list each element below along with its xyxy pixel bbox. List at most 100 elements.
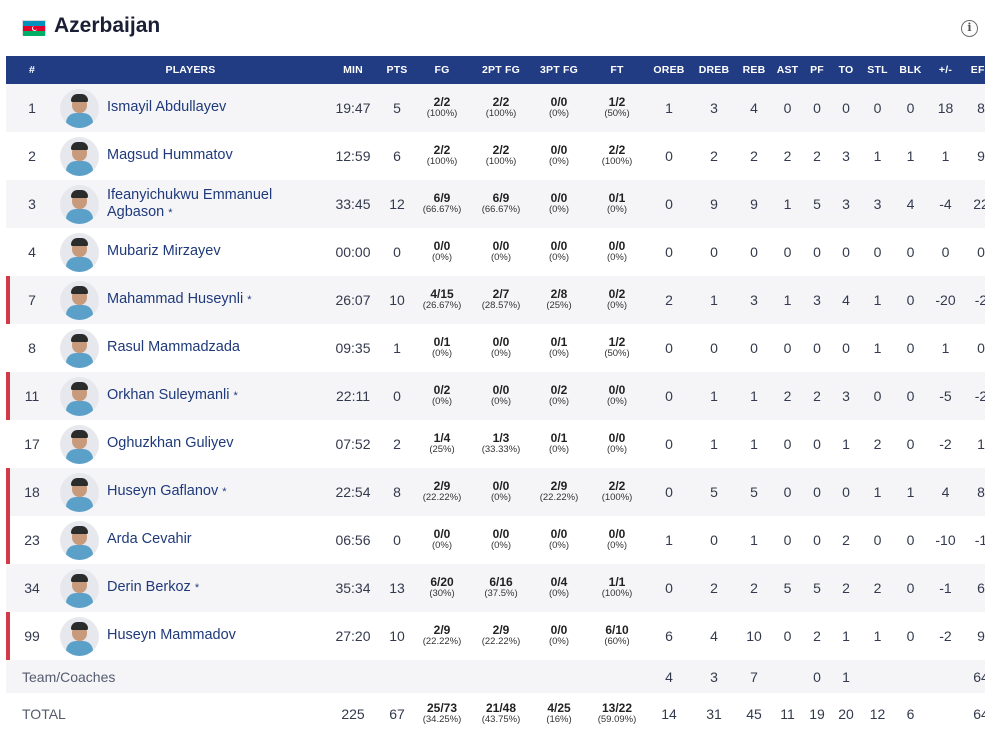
column-header[interactable]: MIN xyxy=(323,56,383,84)
points: 13 xyxy=(389,580,405,596)
player-name-link[interactable]: Huseyn Mammadov xyxy=(107,627,236,645)
table-row[interactable]: 99 Huseyn Mammadov 27:20 10 2/9 (22.22%) 2/9(… xyxy=(6,612,985,660)
player-name-link[interactable]: Mahammad Huseynli * xyxy=(107,291,252,309)
player-cell[interactable]: Arda Cevahir xyxy=(58,516,323,564)
fg2-made-attempted: 6/16 xyxy=(489,575,513,589)
player-name[interactable]: Ifeanyichukwu Emmanuel Agbason xyxy=(107,187,272,220)
stat-ast: 0 xyxy=(783,100,792,116)
table-row[interactable]: 17 Oghuzkhan Guliyev 07:52 2 1/4 (25%) 1/3 (33… xyxy=(6,420,985,468)
player-name[interactable]: Rasul Mammadzada xyxy=(107,339,240,355)
player-cell[interactable]: Mubariz Mirzayev xyxy=(58,228,323,276)
table-row[interactable]: 1 Ismayil Abdullayev 19:47 5 2/2 (100%) 2/2 (1… xyxy=(6,84,985,132)
stat-oreb: 6 xyxy=(665,628,673,644)
player-name[interactable]: Orkhan Suleymanli xyxy=(107,387,230,403)
column-header[interactable]: PTS xyxy=(383,56,411,84)
player-name-link[interactable]: Oghuzkhan Guliyev xyxy=(107,435,234,453)
table-row[interactable]: 7 Mahammad Huseynli * 26:07 10 4/15 (26.67%) 2… xyxy=(6,276,985,324)
column-header[interactable]: REB xyxy=(735,56,773,84)
column-header[interactable]: +/- xyxy=(926,56,965,84)
player-cell[interactable]: Huseyn Gaflanov * xyxy=(58,468,323,516)
fg3-made-attempted: 0/0 xyxy=(550,623,568,637)
player-name[interactable]: Mubariz Mirzayev xyxy=(107,243,221,259)
table-row[interactable]: 4 Mubariz Mirzayev 00:00 0 0/0 (0%) 0/0 (0%) 0/… xyxy=(6,228,985,276)
ft-made-attempted: 13/22 xyxy=(601,701,633,715)
player-name[interactable]: Arda Cevahir xyxy=(107,531,192,547)
fg2-percentage: (43.75%) xyxy=(481,714,521,725)
stat-pf: 0 xyxy=(813,668,821,685)
stat-oreb: 2 xyxy=(665,292,673,308)
column-header[interactable]: AST xyxy=(773,56,802,84)
column-header[interactable]: DREB xyxy=(693,56,735,84)
player-name[interactable]: Derin Berkoz xyxy=(107,579,191,595)
player-cell[interactable]: Orkhan Suleymanli * xyxy=(58,372,323,420)
column-header[interactable]: # xyxy=(6,56,58,84)
stat-blk: 1 xyxy=(906,148,915,164)
player-name[interactable]: Huseyn Mammadov xyxy=(107,627,236,643)
column-header[interactable]: PF xyxy=(802,56,832,84)
column-header[interactable]: FT xyxy=(589,56,645,84)
stat-dreb: 1 xyxy=(710,436,718,452)
player-cell[interactable]: Mahammad Huseynli * xyxy=(58,276,323,324)
stat-oreb: 0 xyxy=(665,388,673,404)
player-name-link[interactable]: Mubariz Mirzayev xyxy=(107,243,221,261)
stat-ast: 0 xyxy=(783,628,792,644)
stat-stl: 2 xyxy=(873,436,882,452)
player-name[interactable]: Ismayil Abdullayev xyxy=(107,99,226,115)
fg2-percentage: (0%) xyxy=(490,396,512,407)
table-row[interactable]: 18 Huseyn Gaflanov * 22:54 8 2/9 (22.22%) 0/0(… xyxy=(6,468,985,516)
player-name[interactable]: Mahammad Huseynli xyxy=(107,291,243,307)
player-name-link[interactable]: Derin Berkoz * xyxy=(107,579,199,597)
player-name-link[interactable]: Orkhan Suleymanli * xyxy=(107,387,238,405)
player-cell[interactable]: Rasul Mammadzada xyxy=(58,324,323,372)
stat-pm: 4 xyxy=(941,484,950,500)
column-header[interactable]: FG xyxy=(411,56,473,84)
player-cell[interactable]: Magsud Hummatov xyxy=(58,132,323,180)
player-cell[interactable]: Ifeanyichukwu Emmanuel Agbason * xyxy=(58,180,323,228)
fg2: 2/9 (22.22%) xyxy=(473,612,529,660)
stat-dreb: 5 xyxy=(710,484,718,500)
player-name-link[interactable]: Ismayil Abdullayev xyxy=(107,99,226,117)
column-header[interactable]: TO xyxy=(832,56,860,84)
fg2-made-attempted: 6/9 xyxy=(492,191,510,205)
points: 67 xyxy=(389,706,405,722)
fg3: 0/0 (0%) xyxy=(529,132,589,180)
player-name-link[interactable]: Arda Cevahir xyxy=(107,531,192,549)
column-header[interactable]: OREB xyxy=(645,56,693,84)
empty-cell xyxy=(860,660,895,693)
minutes: 07:52 xyxy=(335,436,371,452)
player-name-link[interactable]: Ifeanyichukwu Emmanuel Agbason * xyxy=(107,187,323,222)
points: 0 xyxy=(393,388,401,404)
table-row[interactable]: 11 Orkhan Suleymanli * 22:11 0 0/2 (0%) 0/0 (0%… xyxy=(6,372,985,420)
column-header[interactable]: 2PT FG xyxy=(473,56,529,84)
player-name-link[interactable]: Huseyn Gaflanov * xyxy=(107,483,227,501)
column-header[interactable]: PLAYERS xyxy=(58,56,323,84)
table-row[interactable]: 23 Arda Cevahir 06:56 0 0/0 (0%) 0/0 (0%) 0/0 (0… xyxy=(6,516,985,564)
column-header[interactable]: BLK xyxy=(895,56,926,84)
fg: 25/73 (34.25%) xyxy=(411,693,473,732)
table-row[interactable]: 2 Magsud Hummatov 12:59 6 2/2 (100%) 2/2 (100%… xyxy=(6,132,985,180)
table-row[interactable]: 34 Derin Berkoz * 35:34 13 6/20 (30%) 6/16 (37.… xyxy=(6,564,985,612)
jersey-number: 1 xyxy=(28,100,36,116)
player-name-link[interactable]: Rasul Mammadzada xyxy=(107,339,240,357)
player-cell[interactable]: Huseyn Mammadov xyxy=(58,612,323,660)
points: 0 xyxy=(393,244,401,260)
column-header[interactable]: STL xyxy=(860,56,895,84)
player-cell[interactable]: Derin Berkoz * xyxy=(58,564,323,612)
table-row[interactable]: 3 Ifeanyichukwu Emmanuel Agbason * 33:45 12… xyxy=(6,180,985,228)
info-icon[interactable]: i xyxy=(961,20,978,37)
column-header[interactable]: EFF xyxy=(965,56,985,84)
table-row[interactable]: 8 Rasul Mammadzada 09:35 1 0/1 (0%) 0/0 (0%) 0/… xyxy=(6,324,985,372)
player-avatar xyxy=(60,88,99,128)
column-header[interactable]: 3PT FG xyxy=(529,56,589,84)
ft: 13/22 (59.09%) xyxy=(589,693,645,732)
player-cell[interactable]: Oghuzkhan Guliyev xyxy=(58,420,323,468)
player-name[interactable]: Magsud Hummatov xyxy=(107,147,233,163)
player-name-link[interactable]: Magsud Hummatov xyxy=(107,147,233,165)
fg2-percentage: (22.22%) xyxy=(481,636,521,647)
ft-made-attempted: 0/0 xyxy=(608,431,626,445)
player-name[interactable]: Huseyn Gaflanov xyxy=(107,483,218,499)
player-cell[interactable]: Ismayil Abdullayev xyxy=(58,84,323,132)
stat-dreb: 9 xyxy=(710,196,718,212)
stat-oreb: 0 xyxy=(665,148,673,164)
player-name[interactable]: Oghuzkhan Guliyev xyxy=(107,435,234,451)
